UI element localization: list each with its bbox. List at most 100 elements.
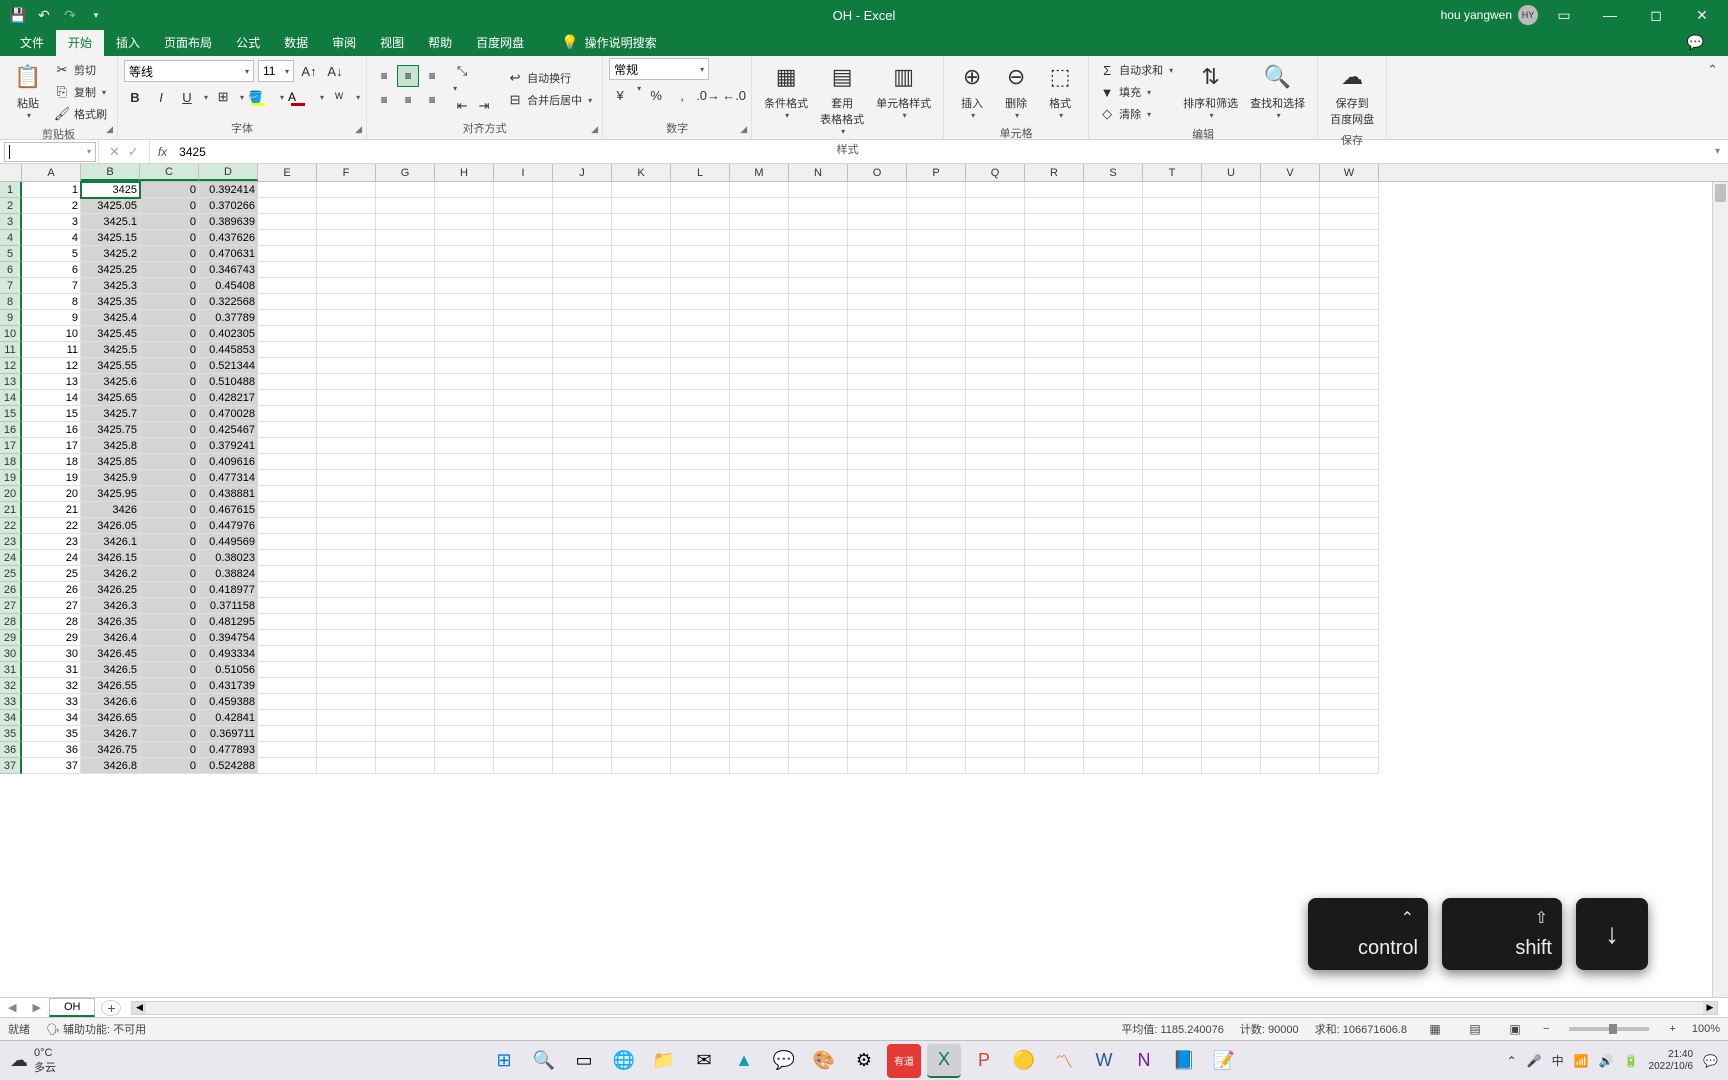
cell[interactable] [1143, 726, 1202, 742]
cell[interactable]: 0 [140, 262, 199, 278]
cell[interactable] [671, 326, 730, 342]
cell[interactable] [1320, 262, 1379, 278]
cell[interactable] [376, 742, 435, 758]
cell[interactable] [317, 582, 376, 598]
cell[interactable] [671, 390, 730, 406]
cell[interactable]: 0.409616 [199, 454, 258, 470]
cell[interactable] [966, 246, 1025, 262]
cell[interactable] [907, 550, 966, 566]
tab-review[interactable]: 审阅 [320, 29, 368, 56]
cell[interactable]: 0.369711 [199, 726, 258, 742]
cell[interactable] [1261, 342, 1320, 358]
cell[interactable]: 15 [22, 406, 81, 422]
cell[interactable]: 0 [140, 678, 199, 694]
cell[interactable] [376, 678, 435, 694]
cell[interactable] [494, 182, 553, 198]
cell[interactable] [730, 182, 789, 198]
cell[interactable] [789, 726, 848, 742]
cell[interactable] [848, 406, 907, 422]
column-header-P[interactable]: P [907, 164, 966, 181]
cell[interactable] [907, 246, 966, 262]
bold-button[interactable]: B [124, 86, 146, 108]
cell[interactable] [435, 342, 494, 358]
cell[interactable] [435, 182, 494, 198]
cell[interactable] [1202, 582, 1261, 598]
cell[interactable] [376, 342, 435, 358]
cell[interactable]: 3426.55 [81, 678, 140, 694]
row-header[interactable]: 27 [0, 598, 22, 614]
cell[interactable] [848, 342, 907, 358]
undo-icon[interactable]: ↶ [36, 7, 52, 23]
cell[interactable] [317, 694, 376, 710]
cell[interactable]: 0.459388 [199, 694, 258, 710]
align-bottom-center[interactable]: ≡ [397, 89, 419, 111]
cell[interactable] [612, 566, 671, 582]
cell[interactable] [1261, 726, 1320, 742]
tray-ime-icon[interactable]: 中 [1552, 1052, 1564, 1069]
cell[interactable]: 5 [22, 246, 81, 262]
cell[interactable] [435, 374, 494, 390]
row-header[interactable]: 20 [0, 486, 22, 502]
cell[interactable] [907, 742, 966, 758]
cell[interactable] [730, 662, 789, 678]
notepad-icon[interactable]: 📝 [1207, 1044, 1241, 1078]
cell[interactable] [789, 358, 848, 374]
cell[interactable] [317, 502, 376, 518]
cell[interactable]: 0 [140, 598, 199, 614]
cell[interactable] [1202, 326, 1261, 342]
scrollbar-thumb[interactable] [1715, 184, 1726, 202]
cell[interactable] [966, 614, 1025, 630]
cell[interactable]: 3425.3 [81, 278, 140, 294]
cell[interactable]: 36 [22, 742, 81, 758]
cell[interactable] [907, 694, 966, 710]
cell[interactable] [1320, 438, 1379, 454]
cell[interactable] [730, 438, 789, 454]
cell[interactable] [435, 262, 494, 278]
cell[interactable] [1025, 726, 1084, 742]
cell[interactable] [612, 438, 671, 454]
cell[interactable] [553, 566, 612, 582]
row-header[interactable]: 7 [0, 278, 22, 294]
cell[interactable] [1143, 662, 1202, 678]
cell[interactable] [848, 310, 907, 326]
cell[interactable] [671, 470, 730, 486]
cell[interactable]: 0.42841 [199, 710, 258, 726]
cell[interactable] [317, 198, 376, 214]
cell[interactable] [258, 710, 317, 726]
cell[interactable] [730, 422, 789, 438]
font-size-select[interactable]: 11▾ [258, 60, 294, 82]
cell[interactable] [1261, 358, 1320, 374]
cell[interactable] [907, 454, 966, 470]
cell[interactable] [376, 454, 435, 470]
save-to-baidu-button[interactable]: ☁保存到百度网盘 [1324, 58, 1380, 130]
cell[interactable]: 0 [140, 278, 199, 294]
cell[interactable] [1084, 614, 1143, 630]
column-header-O[interactable]: O [848, 164, 907, 181]
cell[interactable] [1084, 486, 1143, 502]
cell[interactable] [612, 198, 671, 214]
cell[interactable] [435, 422, 494, 438]
cell[interactable] [1202, 726, 1261, 742]
cell[interactable] [1202, 310, 1261, 326]
cell[interactable] [553, 486, 612, 502]
cell[interactable] [966, 502, 1025, 518]
increase-font-icon[interactable]: A↑ [298, 60, 320, 82]
cell[interactable] [730, 502, 789, 518]
cell[interactable] [907, 646, 966, 662]
cell[interactable] [435, 406, 494, 422]
cell[interactable]: 0 [140, 486, 199, 502]
cell[interactable] [376, 534, 435, 550]
font-color-button[interactable]: A [288, 86, 314, 108]
cell[interactable] [1143, 182, 1202, 198]
cell[interactable] [376, 230, 435, 246]
cell[interactable]: 0 [140, 182, 199, 198]
spreadsheet-grid[interactable]: ABCDEFGHIJKLMNOPQRSTUVW 11342500.3924142… [0, 164, 1728, 997]
cell[interactable] [1202, 470, 1261, 486]
cell[interactable]: 0.37789 [199, 310, 258, 326]
cell[interactable] [612, 742, 671, 758]
cell[interactable] [317, 278, 376, 294]
cell[interactable]: 0 [140, 518, 199, 534]
cell[interactable] [1025, 646, 1084, 662]
cell[interactable] [435, 566, 494, 582]
cell[interactable]: 3426 [81, 502, 140, 518]
